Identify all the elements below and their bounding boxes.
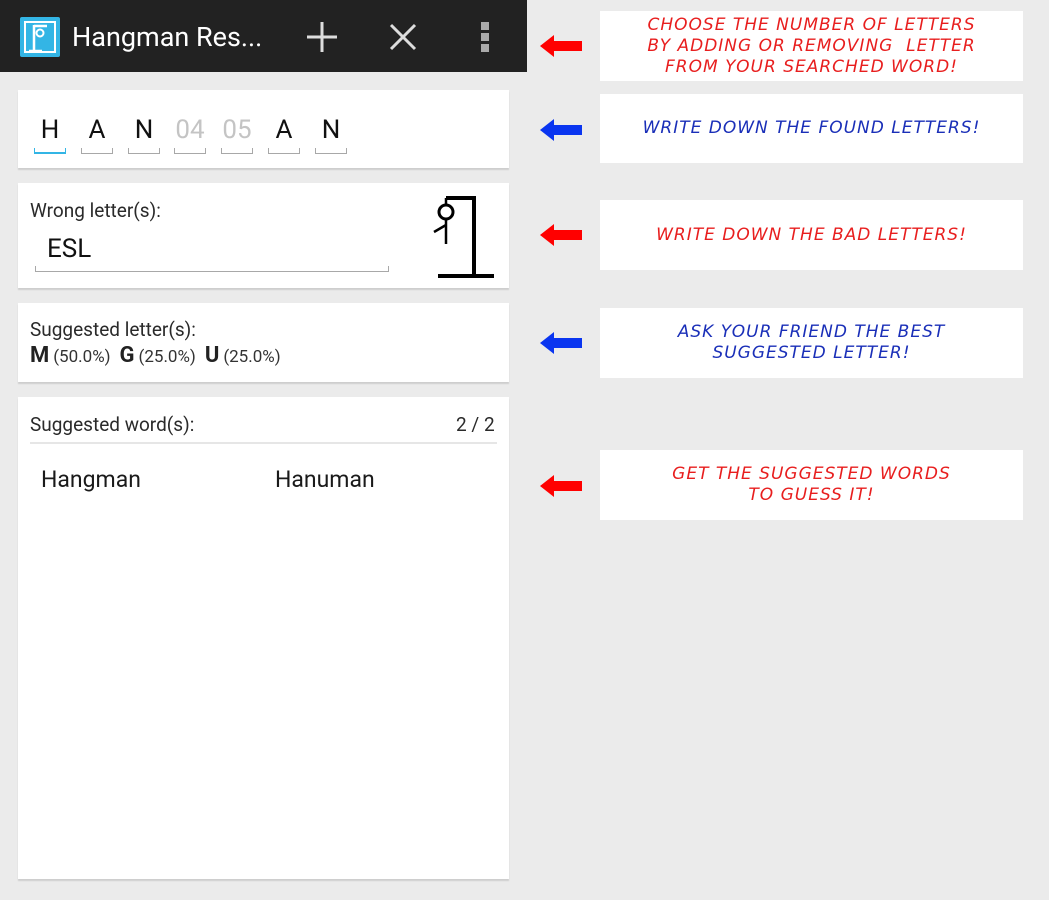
pointer-arrow-icon <box>540 475 582 497</box>
suggested-words-label: Suggested word(s): <box>30 413 195 436</box>
letter-slot-value: H <box>40 115 60 145</box>
suggested-letter-percent: (25.0%) <box>138 347 196 367</box>
letter-slot-underline <box>315 148 347 154</box>
letter-slot[interactable]: N <box>128 112 160 154</box>
letter-slot-underline <box>81 148 113 154</box>
suggested-letters-list: M (50.0%) G (25.0%) U (25.0%) <box>30 343 286 368</box>
phone-screen: Hangman Res... H A N 04 05 A N Wrong letter(s)… <box>0 0 527 900</box>
add-letter-button[interactable] <box>297 14 347 60</box>
letter-slot[interactable]: 05 <box>221 112 253 154</box>
app-title: Hangman Res... <box>72 21 263 53</box>
pointer-arrow-icon <box>540 224 582 246</box>
hangman-gallows-icon <box>433 196 494 278</box>
letter-slot[interactable]: A <box>268 112 300 154</box>
letter-slot-value: N <box>321 115 341 145</box>
letter-slot[interactable]: 04 <box>174 112 206 154</box>
suggested-letter-percent: (25.0%) <box>223 347 281 367</box>
close-icon <box>389 23 417 51</box>
wrong-letters-label: Wrong letter(s): <box>30 199 161 222</box>
letter-slot-value: A <box>275 115 293 145</box>
overflow-menu-icon <box>481 22 489 52</box>
overflow-menu-button[interactable] <box>460 14 510 60</box>
letter-slot[interactable]: A <box>81 112 113 154</box>
annotation-text: WRITE DOWN THE BAD LETTERS! <box>656 224 967 245</box>
suggested-letter-percent: (50.0%) <box>53 347 111 367</box>
annotation-note: GET THE SUGGESTED WORDS TO GUESS IT! <box>600 450 1023 520</box>
suggested-word[interactable]: Hangman <box>41 466 141 493</box>
input-underline <box>35 266 389 272</box>
annotation-note: CHOOSE THE NUMBER OF LETTERS BY ADDING O… <box>600 11 1023 81</box>
annotation-text: CHOOSE THE NUMBER OF LETTERS BY ADDING O… <box>647 14 976 77</box>
letter-slot-value: A <box>88 115 106 145</box>
pointer-arrow-icon <box>540 332 582 354</box>
pointer-arrow-icon <box>540 119 582 141</box>
suggested-letter: G <box>119 343 135 368</box>
remove-letter-button[interactable] <box>378 14 428 60</box>
suggested-words-count: 2 / 2 <box>456 413 495 436</box>
suggested-word[interactable]: Hanuman <box>275 466 375 493</box>
pointer-arrow-icon <box>540 35 582 57</box>
suggested-letters-label: Suggested letter(s): <box>30 318 196 341</box>
suggested-letter: U <box>204 343 220 368</box>
letter-slot-value: 05 <box>222 115 252 145</box>
suggested-letter: M <box>30 343 50 368</box>
wrong-letters-value: ESL <box>47 234 92 264</box>
annotation-note: ASK YOUR FRIEND THE BEST SUGGESTED LETTE… <box>600 308 1023 378</box>
letter-slot-value: N <box>134 115 154 145</box>
gallows-app-icon[interactable] <box>20 17 60 57</box>
letter-slot-underline <box>221 148 253 154</box>
letter-slot-underline <box>174 148 206 154</box>
wrong-letters-input[interactable]: ESL <box>35 232 389 272</box>
action-bar: Hangman Res... <box>0 0 527 72</box>
letter-slot-underline <box>34 148 66 154</box>
annotation-text: GET THE SUGGESTED WORDS TO GUESS IT! <box>672 464 951 505</box>
letter-slot-underline <box>128 148 160 154</box>
annotation-text: ASK YOUR FRIEND THE BEST SUGGESTED LETTE… <box>677 322 946 363</box>
plus-icon <box>307 22 337 52</box>
letter-slot[interactable]: H <box>34 112 66 154</box>
annotation-note: WRITE DOWN THE FOUND LETTERS! <box>600 94 1023 163</box>
letter-slot-value: 04 <box>175 115 205 145</box>
letter-slot-underline <box>268 148 300 154</box>
annotation-note: WRITE DOWN THE BAD LETTERS! <box>600 200 1023 270</box>
letter-slot[interactable]: N <box>315 112 347 154</box>
annotation-text: WRITE DOWN THE FOUND LETTERS! <box>642 118 981 138</box>
divider <box>30 442 497 444</box>
